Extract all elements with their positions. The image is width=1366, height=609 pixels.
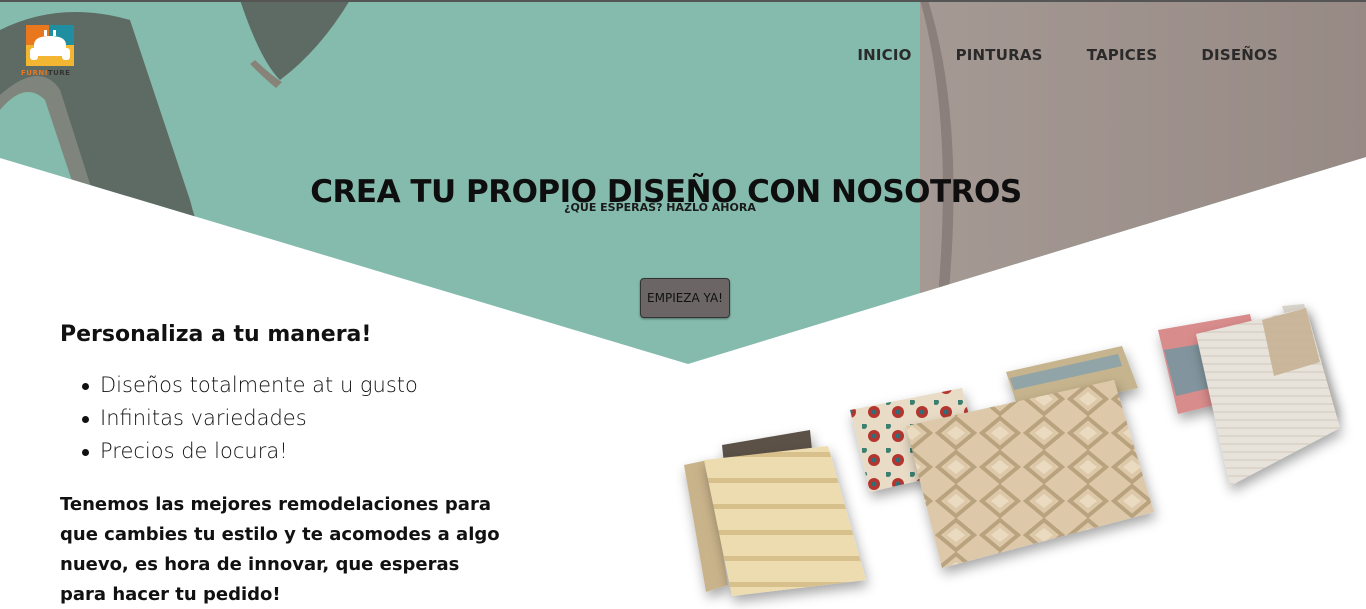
list-item: Precios de locura! — [82, 435, 520, 468]
list-item: Infinitas variedades — [82, 402, 520, 435]
bullet-icon — [82, 383, 89, 390]
main-navigation: INICIO PINTURAS TAPICES DISEÑOS — [813, 46, 1278, 64]
top-border — [0, 0, 1366, 2]
bullet-icon — [82, 449, 89, 456]
nav-item-inicio[interactable]: INICIO — [857, 46, 911, 64]
list-item: Diseños totalmente at u gusto — [82, 369, 520, 402]
nav-item-tapices[interactable]: TAPICES — [1087, 46, 1158, 64]
features-section: Personaliza a tu manera! Diseños totalme… — [60, 322, 520, 609]
features-paragraph: Tenemos las mejores remodelaciones para … — [60, 494, 500, 605]
nav-item-pinturas[interactable]: PINTURAS — [956, 46, 1043, 64]
rugs-collage-image — [684, 304, 1340, 596]
nav-item-disenos[interactable]: DISEÑOS — [1201, 46, 1278, 64]
logo-wordmark: FURNITURE — [21, 69, 71, 77]
features-heading: Personaliza a tu manera! — [60, 322, 372, 347]
hero-section: FURNITURE INICIO PINTURAS TAPICES DISEÑO… — [0, 0, 1366, 609]
features-list: Diseños totalmente at u gusto Infinitas … — [60, 369, 520, 468]
bullet-icon — [82, 416, 89, 423]
hero-subtitle: ¿QUE ESPERAS? HAZLO AHORA — [564, 201, 756, 214]
